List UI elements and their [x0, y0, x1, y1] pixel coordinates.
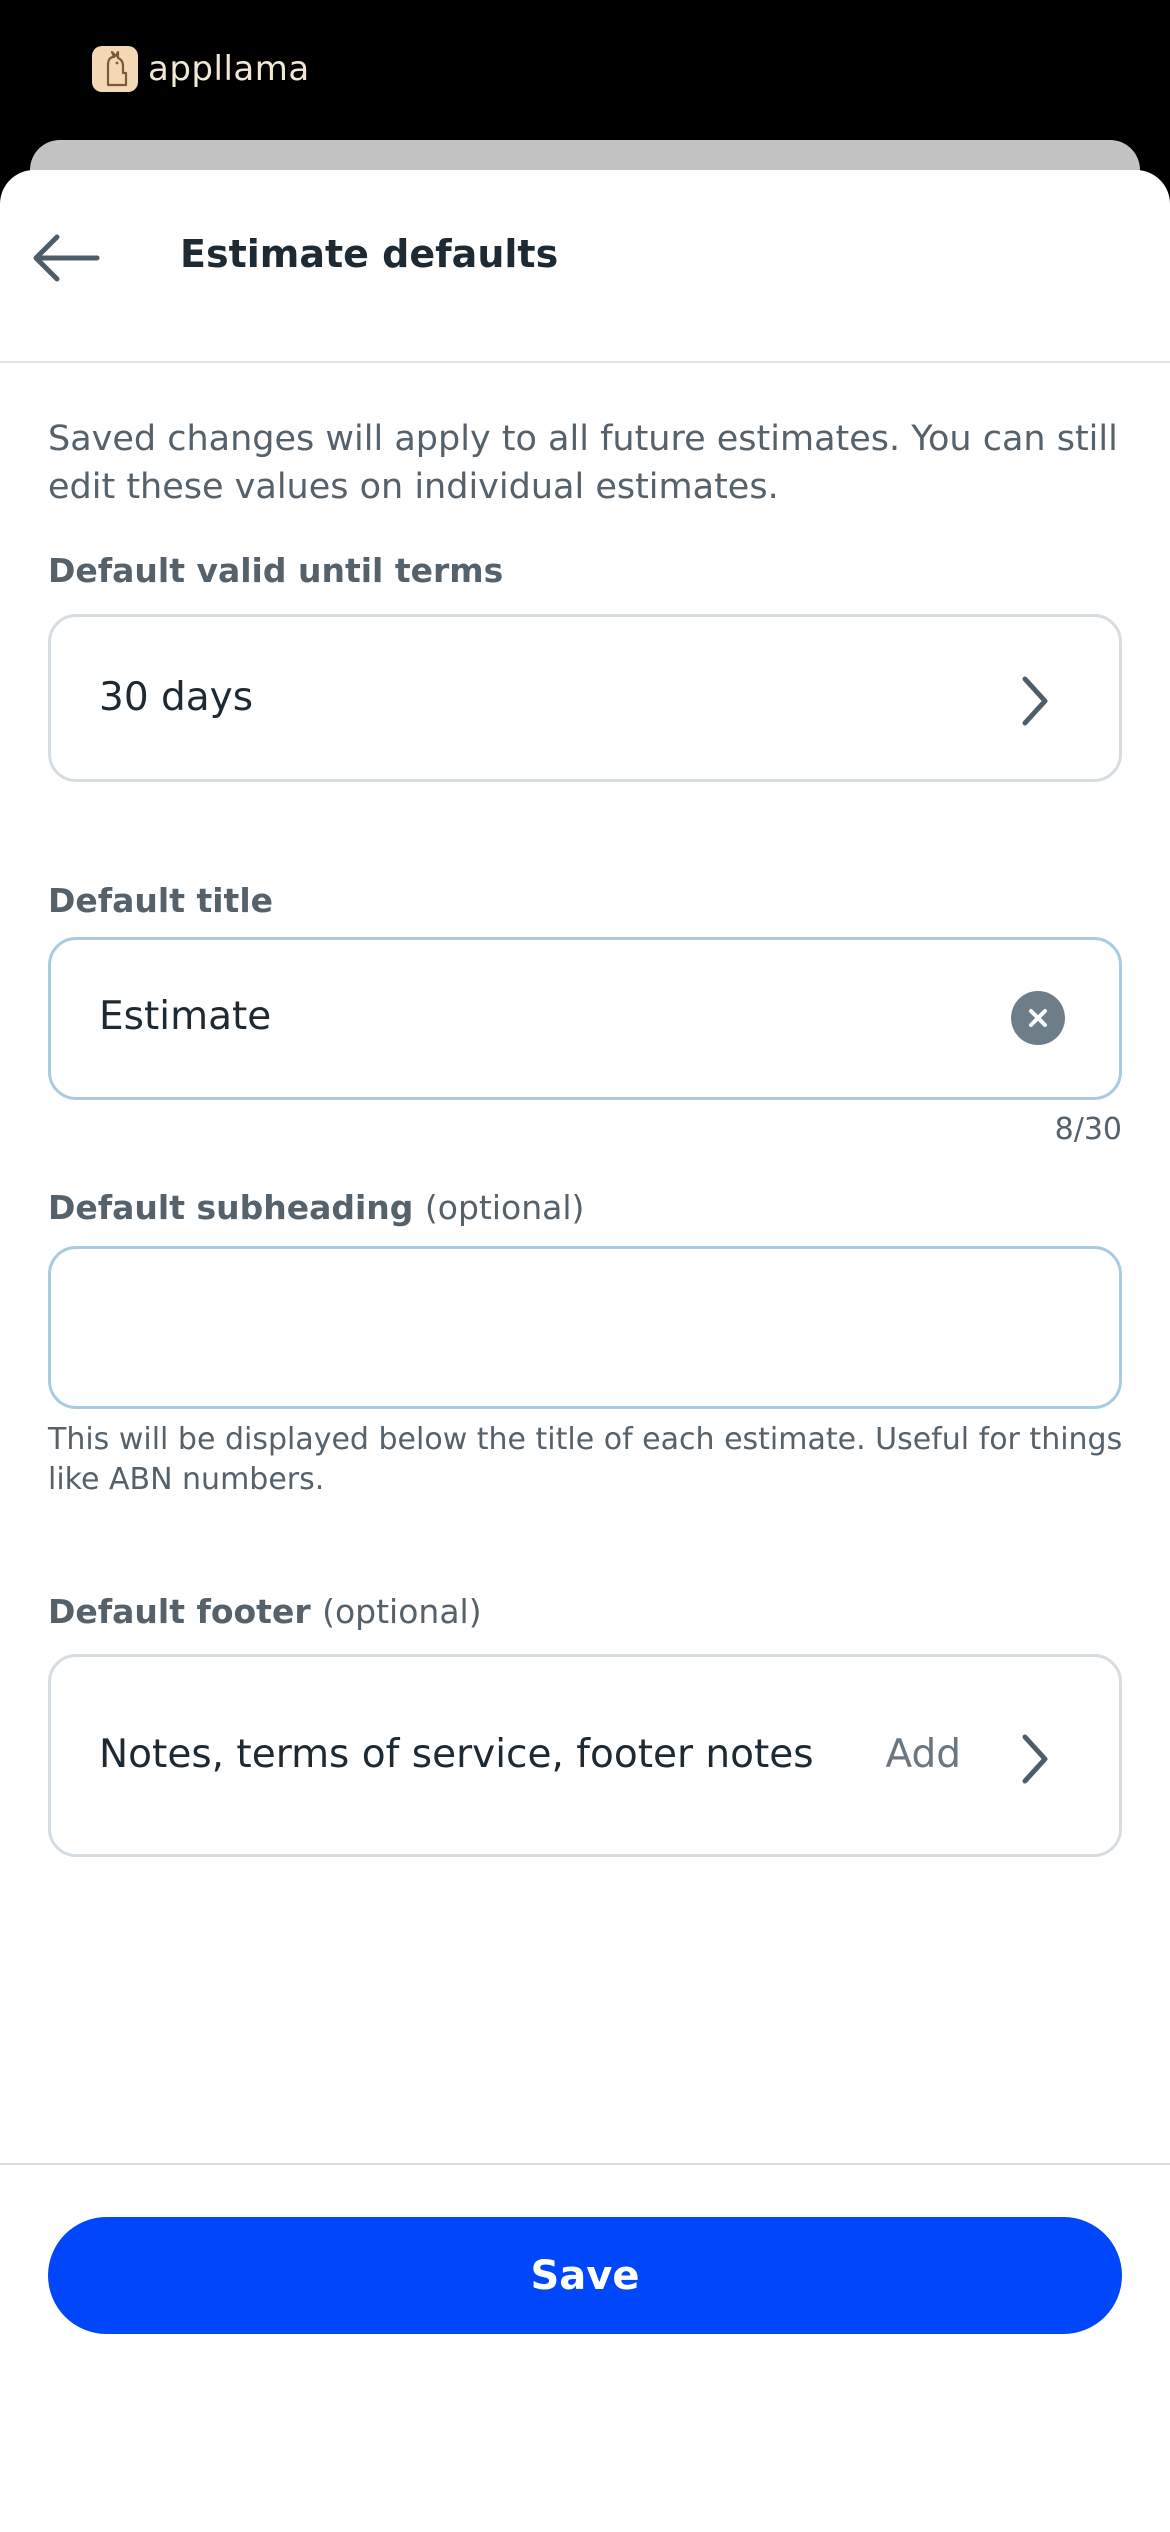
default-title-input[interactable]: Estimate — [48, 937, 1122, 1100]
optional-tag: (optional) — [424, 1188, 585, 1227]
back-button[interactable] — [26, 220, 106, 300]
footer-divider — [0, 2163, 1170, 2165]
sheet-header: Estimate defaults — [0, 170, 1170, 363]
clear-circle-icon[interactable] — [1011, 991, 1065, 1045]
default-footer-row[interactable]: Notes, terms of service, footer notes Ad… — [48, 1654, 1122, 1857]
subheading-label-text: Default subheading — [48, 1188, 414, 1227]
chevron-right-icon — [1015, 671, 1055, 731]
brand-name: appllama — [148, 49, 310, 89]
intro-text: Saved changes will apply to all future e… — [48, 419, 1118, 507]
valid-until-select[interactable]: 30 days — [48, 614, 1122, 782]
save-button[interactable]: Save — [48, 2217, 1122, 2334]
title-character-counter: 8/30 — [1054, 1112, 1122, 1147]
subheading-helper-text: This will be displayed below the title o… — [48, 1422, 1123, 1497]
optional-tag: (optional) — [322, 1592, 482, 1631]
default-title-value: Estimate — [99, 994, 272, 1039]
bottom-sheet: Estimate defaults Saved changes will app… — [0, 170, 1170, 2532]
valid-until-label: Default valid until terms — [48, 551, 504, 590]
llama-logo-icon — [92, 46, 138, 92]
default-footer-label: Default footer (optional) — [48, 1592, 482, 1631]
footer-row-label: Notes, terms of service, footer notes — [99, 1732, 814, 1777]
footer-add-action: Add — [885, 1732, 961, 1777]
arrow-left-icon — [31, 233, 101, 287]
footer-label-text: Default footer — [48, 1592, 311, 1631]
default-subheading-input[interactable] — [48, 1246, 1122, 1409]
chevron-right-icon — [1015, 1729, 1055, 1789]
default-title-label: Default title — [48, 881, 274, 920]
valid-until-value: 30 days — [99, 675, 254, 720]
app-brand: appllama — [92, 44, 310, 94]
page-title: Estimate defaults — [180, 232, 559, 276]
default-subheading-label: Default subheading (optional) — [48, 1188, 584, 1227]
